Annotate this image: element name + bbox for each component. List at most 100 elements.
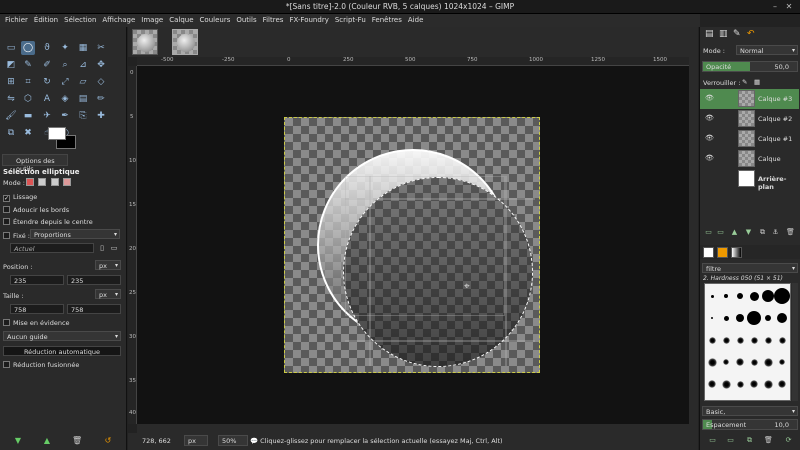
brush-scrollbar[interactable] [792,283,798,401]
portrait-icon[interactable]: ▯ [97,243,107,253]
canvas[interactable]: ⌖ [137,66,689,424]
visibility-eye-icon[interactable]: 👁 [705,114,714,122]
lower-layer-icon[interactable]: ▼ [744,228,753,237]
edit-brush-icon[interactable]: ▭ [708,436,717,445]
patterns-tab-icon[interactable] [717,247,728,258]
antialias-option[interactable]: ✓ Lissage [3,193,37,202]
brush-sample[interactable] [710,294,714,298]
new-layer-icon[interactable]: ▭ [704,228,713,237]
new-brush-icon[interactable]: ▭ [726,436,735,445]
brush-sample[interactable] [750,380,758,388]
menu-script-fu[interactable]: Script-Fu [333,14,370,27]
foreground-select-icon[interactable]: ◩ [4,58,18,72]
reset-options-icon[interactable]: ↺ [103,436,113,446]
fixed-combo[interactable]: Proportions ▾ [30,229,120,239]
ink-icon[interactable]: ✒ [58,109,72,123]
menu-selection[interactable]: Sélection [62,14,100,27]
position-x-input[interactable]: 235 [10,275,64,285]
brush-sample[interactable] [736,358,744,366]
perspective-icon[interactable]: ◇ [94,75,108,89]
refresh-brushes-icon[interactable]: ⟳ [784,436,793,445]
position-unit-combo[interactable]: px ▾ [95,260,121,270]
gradient-icon[interactable]: ▤ [76,92,90,106]
brush-sample[interactable] [750,336,758,344]
antialias-checkbox[interactable]: ✓ [3,195,10,202]
blur-icon[interactable]: ✖ [21,126,35,140]
clone-icon[interactable]: ⎘ [76,109,90,123]
delete-brush-icon[interactable]: 🗑 [764,436,773,445]
current-ratio-field[interactable]: Actuel [10,243,94,253]
color-picker-icon[interactable]: ✐ [40,58,54,72]
brush-sample[interactable] [779,359,785,365]
shrink-merged-checkbox[interactable] [3,361,10,368]
brush-sample[interactable] [736,314,744,322]
brush-sample[interactable] [723,315,729,321]
size-h-input[interactable]: 758 [67,304,121,314]
fixed-option[interactable]: Fixé : [3,232,30,240]
brush-sample[interactable] [723,359,729,365]
eraser-icon[interactable]: ▬ [21,109,35,123]
zoom-combo[interactable]: 50% [218,435,248,446]
highlight-checkbox[interactable] [3,319,10,326]
layer-row[interactable]: 👁 Calque #3 [700,89,799,109]
pencil-icon[interactable]: ✏ [94,92,108,106]
opacity-slider[interactable]: Opacité 50,0 [702,61,798,72]
image-tab-1[interactable] [132,29,158,55]
mode-intersect-icon[interactable] [63,178,71,186]
scissors-icon[interactable]: ✂ [94,41,108,55]
brush-sample[interactable] [737,293,743,299]
align-icon[interactable]: ⊞ [4,75,18,89]
brush-sample[interactable] [765,315,771,321]
menu-affichage[interactable]: Affichage [100,14,139,27]
brush-sample[interactable] [711,317,713,319]
brush-sample[interactable] [778,380,786,388]
brush-sample[interactable] [763,357,773,367]
brush-sample[interactable] [721,379,731,389]
paths-tab-icon[interactable]: ✎ [733,29,741,39]
text-icon[interactable]: A [40,92,54,106]
restore-options-icon[interactable]: ▲ [42,436,52,446]
menu-fenetres[interactable]: Fenêtres [370,14,406,27]
menu-edition[interactable]: Édition [32,14,62,27]
position-y-input[interactable]: 235 [67,275,121,285]
flip-icon[interactable]: ⇋ [4,92,18,106]
heal-icon[interactable]: ✚ [94,109,108,123]
guides-combo[interactable]: Aucun guide ▾ [3,331,121,341]
brush-sample[interactable] [708,336,716,344]
mode-replace-icon[interactable] [26,178,34,186]
delete-options-icon[interactable]: 🗑 [72,436,82,446]
shrink-merged-option[interactable]: Réduction fusionnée [3,361,79,369]
horizontal-scrollbar[interactable] [137,424,689,433]
lasso-icon[interactable]: ϑ [40,41,54,55]
landscape-icon[interactable]: ▭ [109,243,119,253]
menu-aide[interactable]: Aide [406,14,427,27]
spacing-slider[interactable]: Espacement 10,0 [702,419,798,430]
anchor-layer-icon[interactable]: ⚓ [771,228,780,237]
brush-sample[interactable] [763,379,773,389]
brush-sample[interactable] [764,336,772,344]
image-tab-2[interactable] [172,29,198,55]
paths-icon[interactable]: ✎ [21,58,35,72]
shear-icon[interactable]: ▱ [76,75,90,89]
brush-sample[interactable] [707,357,717,367]
highlight-option[interactable]: Mise en évidence [3,319,70,327]
brush-sample[interactable] [722,336,730,344]
unit-combo[interactable]: px [184,435,208,446]
layers-tab-icon[interactable]: ▤ [705,29,714,39]
brush-filter-combo[interactable]: filtre ▾ [702,263,798,273]
gradients-tab-icon[interactable] [731,247,742,258]
color-select-icon[interactable]: ▦ [76,41,90,55]
move-icon[interactable]: ✥ [94,58,108,72]
raise-layer-icon[interactable]: ▲ [730,228,739,237]
menu-image[interactable]: Image [139,14,167,27]
brush-sample[interactable] [749,291,759,301]
brush-sample[interactable] [750,358,758,366]
expand-center-option[interactable]: Étendre depuis le centre [3,218,93,226]
image-layer-boundary[interactable] [284,117,540,373]
brushes-tab-icon[interactable] [703,247,714,258]
menu-couleurs[interactable]: Couleurs [198,14,235,27]
layer-mode-combo[interactable]: Normal ▾ [736,45,798,55]
feather-option[interactable]: Adoucir les bords [3,206,69,214]
rotate-icon[interactable]: ↻ [40,75,54,89]
perspective-clone-icon[interactable]: ⧉ [4,126,18,140]
